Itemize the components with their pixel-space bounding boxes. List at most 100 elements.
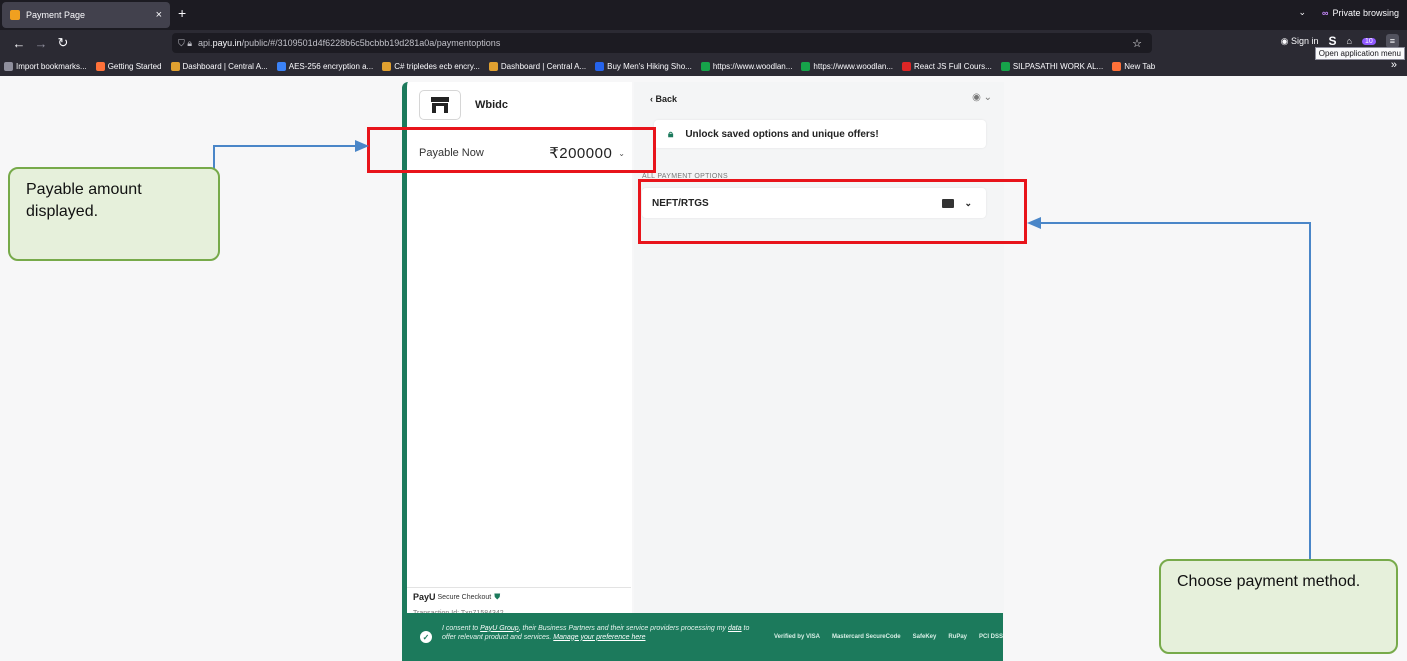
bookmark-label: Buy Men's Hiking Sho... xyxy=(607,61,692,71)
consent-prefix: I consent to xyxy=(442,624,481,632)
reload-icon[interactable]: ↻ xyxy=(52,35,74,51)
store-icon xyxy=(419,90,461,120)
consent-checkbox[interactable]: ✓ xyxy=(420,631,432,643)
arrow-line xyxy=(213,145,357,147)
back-button[interactable]: ‹ Back xyxy=(650,94,677,104)
arrow-line xyxy=(1039,222,1311,224)
private-mask-icon: ∞ xyxy=(1322,7,1329,18)
safekey-logo: SafeKey xyxy=(912,634,937,640)
secure-checkout: PayU Secure Checkout ⛊ xyxy=(413,592,500,602)
forward-arrow-icon[interactable]: → xyxy=(30,36,52,51)
certification-logos: Verified by VISA Mastercard SecureCode S… xyxy=(774,634,1003,640)
consent-footer: ✓ I consent to PayU Group, their Busines… xyxy=(402,613,1003,661)
bookmark-favicon-icon xyxy=(700,61,710,71)
bookmark-label: New Tab xyxy=(1124,61,1156,71)
url-host: payu.in xyxy=(212,38,242,48)
arrow-head-icon xyxy=(355,140,369,152)
extension-s-icon[interactable]: S xyxy=(1328,34,1336,48)
bookmark-item[interactable]: https://www.woodlan... xyxy=(700,61,793,71)
tab-title: Payment Page xyxy=(26,10,86,20)
bookmark-item[interactable]: React JS Full Cours... xyxy=(902,61,992,71)
new-tab-button[interactable]: + xyxy=(178,5,186,21)
bookmarks-overflow-icon[interactable]: » xyxy=(1391,59,1397,71)
payment-option-highlight xyxy=(638,179,1027,244)
callout-choose-payment: Choose payment method. xyxy=(1159,559,1398,654)
bookmark-favicon-icon xyxy=(1112,61,1122,71)
arrow-line xyxy=(1309,222,1311,560)
extensions-puzzle-icon[interactable]: ⌂ xyxy=(1347,36,1352,46)
consent-text: I consent to PayU Group, their Business … xyxy=(442,624,752,651)
bookmark-label: C# tripledes ecb encry... xyxy=(394,61,480,71)
merchant-name: Wbidc xyxy=(475,99,508,111)
callout-payable-amount: Payable amount displayed. xyxy=(8,167,220,261)
url-path: /public/#/3109501d4f6228b6c5bcbbb19d281a… xyxy=(241,38,501,48)
bookmark-item[interactable]: AES-256 encryption a... xyxy=(276,61,374,71)
bookmark-label: AES-256 encryption a... xyxy=(288,61,374,71)
merchant-header: Wbidc xyxy=(419,90,508,120)
extension-badge[interactable]: 10 xyxy=(1361,37,1376,45)
bookmark-label: https://www.woodlan... xyxy=(813,61,894,71)
shield-check-icon: ⛊ xyxy=(494,592,501,601)
bookmarks-bar: Import bookmarks... Getting Started Dashbo… xyxy=(0,56,1407,76)
bookmark-favicon-icon xyxy=(1000,61,1010,71)
payu-group-link[interactable]: PayU Group xyxy=(480,625,519,632)
divider xyxy=(407,587,631,588)
arrow-head-icon xyxy=(1027,217,1041,229)
private-browsing-label: Private browsing xyxy=(1332,7,1399,18)
payu-logo: PayU xyxy=(413,592,436,602)
bookmark-item[interactable]: Dashboard | Central A... xyxy=(170,61,268,71)
bookmark-favicon-icon xyxy=(382,61,392,71)
unlock-offers-banner[interactable]: 🔒︎ Unlock saved options and unique offer… xyxy=(654,120,986,148)
rupay-logo: RuPay xyxy=(948,634,968,640)
bookmark-item[interactable]: Buy Men's Hiking Sho... xyxy=(595,61,692,71)
browser-nav-bar: ← → ↻ ⛉ 🔒︎ api. payu.in/public/#/3109501d… xyxy=(0,30,1407,56)
payment-options-panel: ‹ Back ◉ ⌄ 🔒︎ Unlock saved options and u… xyxy=(634,82,1004,619)
bookmark-favicon-icon xyxy=(902,61,912,71)
unlock-offers-text: Unlock saved options and unique offers! xyxy=(685,128,879,140)
bookmark-item[interactable]: Dashboard | Central A... xyxy=(488,61,587,71)
url-bar[interactable]: ⛉ 🔒︎ api. payu.in/public/#/3109501d4f6228… xyxy=(172,33,1152,53)
bookmark-favicon-icon xyxy=(95,61,105,71)
bookmark-favicon-icon xyxy=(4,61,13,71)
data-link[interactable]: data xyxy=(728,625,742,632)
account-icon[interactable]: ◉ ⌄ xyxy=(972,92,992,103)
back-arrow-icon[interactable]: ← xyxy=(8,36,30,51)
bookmark-item[interactable]: Getting Started xyxy=(95,61,162,71)
bookmark-label: React JS Full Cours... xyxy=(914,61,992,71)
app-menu-icon[interactable]: ≡ xyxy=(1385,34,1399,48)
list-tabs-chevron-icon[interactable]: ⌄ xyxy=(1299,7,1307,18)
url-prefix: api. xyxy=(198,38,213,48)
lock-icon: 🔒︎ xyxy=(668,128,674,140)
bookmark-label: SILPASATHI WORK AL... xyxy=(1012,61,1104,71)
bookmark-label: Dashboard | Central A... xyxy=(500,61,587,71)
bookmark-item[interactable]: Import bookmarks... xyxy=(4,61,87,71)
bookmark-label: Getting Started xyxy=(107,61,162,71)
tab-close-icon[interactable]: × xyxy=(156,9,162,21)
bookmark-label: Dashboard | Central A... xyxy=(182,61,268,71)
consent-mid: , their Business Partners and their serv… xyxy=(518,624,728,632)
bookmark-item[interactable]: https://www.woodlan... xyxy=(801,61,894,71)
pci-dss-logo: PCI DSS xyxy=(979,634,1004,640)
bookmark-star-icon[interactable]: ☆ xyxy=(1132,37,1142,50)
bookmark-label: https://www.woodlan... xyxy=(712,61,793,71)
bookmark-item[interactable]: New Tab xyxy=(1112,61,1156,71)
visa-logo: Verified by VISA xyxy=(773,634,820,640)
secure-checkout-label: Secure Checkout xyxy=(437,593,492,601)
mastercard-logo: Mastercard SecureCode xyxy=(831,634,901,640)
tab-favicon-icon xyxy=(10,10,20,20)
manage-preference-link[interactable]: Manage your preference here xyxy=(553,634,645,641)
sign-in-button[interactable]: ◉ Sign in xyxy=(1281,36,1319,47)
tab-payment-page[interactable]: Payment Page × xyxy=(2,2,170,28)
bookmark-favicon-icon xyxy=(170,61,180,71)
bookmark-favicon-icon xyxy=(488,61,498,71)
bookmark-favicon-icon xyxy=(801,61,811,71)
browser-tab-bar: Payment Page × + ⌄ ∞ Private browsing xyxy=(0,0,1407,30)
bookmark-label: Import bookmarks... xyxy=(16,61,87,71)
bookmark-favicon-icon xyxy=(276,61,286,71)
private-browsing-indicator: ∞ Private browsing xyxy=(1322,8,1399,18)
tracking-shield-icon[interactable]: ⛉ 🔒︎ xyxy=(178,38,192,49)
sign-in-label: Sign in xyxy=(1290,35,1319,46)
bookmark-item[interactable]: C# tripledes ecb encry... xyxy=(382,61,480,71)
bookmark-item[interactable]: SILPASATHI WORK AL... xyxy=(1000,61,1104,71)
payable-amount-highlight xyxy=(367,127,656,173)
